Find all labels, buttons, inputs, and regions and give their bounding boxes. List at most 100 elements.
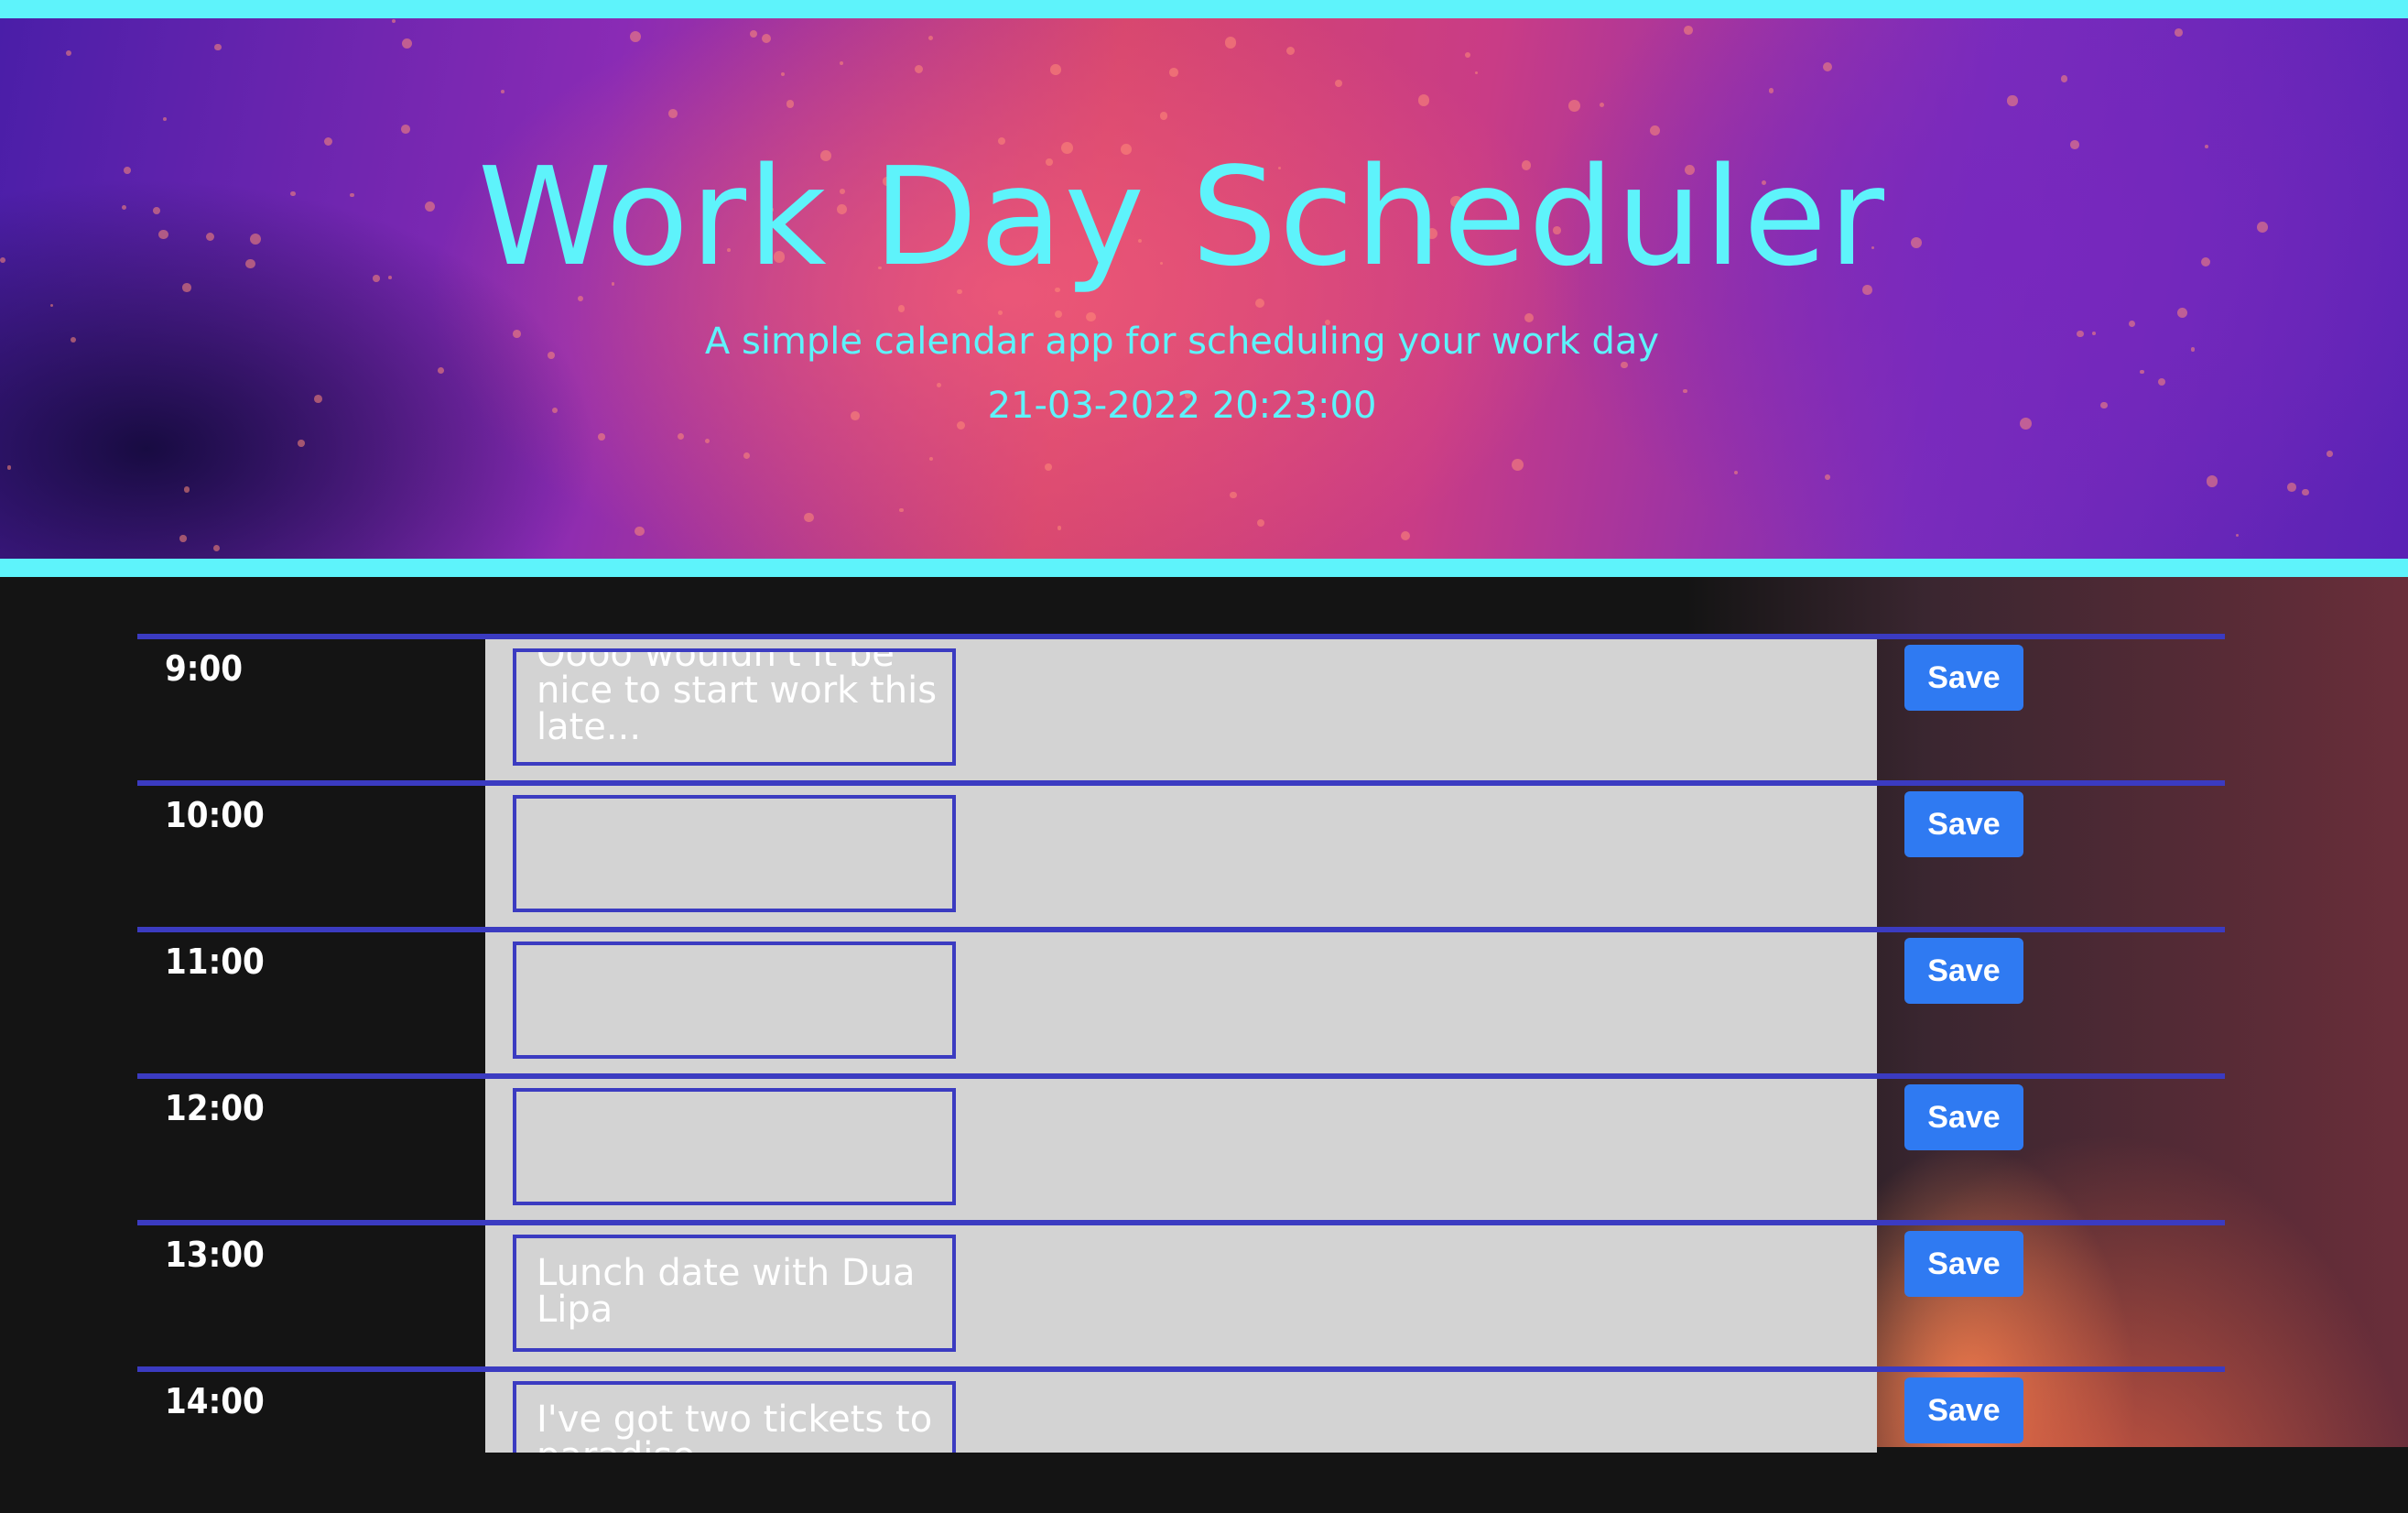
save-button[interactable]: Save — [1904, 1231, 2023, 1297]
time-block-12: 12:00 Save — [137, 1073, 2225, 1220]
save-button[interactable]: Save — [1904, 938, 2023, 1004]
paint-speck — [743, 452, 751, 459]
hour-label: 9:00 — [165, 648, 244, 689]
paint-speck — [915, 64, 924, 73]
paint-speck — [438, 367, 444, 375]
top-accent-bar — [0, 0, 2408, 18]
paint-speck — [2327, 451, 2333, 457]
paint-speck — [2235, 533, 2240, 538]
paint-speck — [1823, 62, 1833, 72]
paint-speck — [1159, 112, 1168, 120]
paint-speck — [183, 486, 190, 493]
paint-speck — [704, 438, 710, 443]
paint-speck — [1683, 25, 1693, 35]
paint-speck — [1169, 67, 1179, 77]
paint-speck — [1050, 63, 1061, 75]
current-datetime: 21-03-2022 20:23:00 — [987, 385, 1377, 427]
paint-speck — [839, 61, 843, 66]
hour-label: 13:00 — [165, 1235, 265, 1275]
paint-speck — [629, 31, 641, 43]
paint-speck — [1600, 102, 1605, 107]
hour-label: 11:00 — [165, 942, 265, 982]
description-textarea[interactable] — [513, 1088, 956, 1205]
description-textarea[interactable]: Lunch date with Dua Lipa — [513, 1235, 956, 1352]
paint-speck — [49, 303, 54, 308]
time-block-9: 9:00 Oooo wouldn't it be nice to start w… — [137, 634, 2225, 780]
paint-speck — [1734, 470, 1739, 474]
paint-speck — [1825, 473, 1830, 480]
paint-speck — [781, 72, 786, 77]
paint-speck — [761, 33, 772, 44]
paint-speck — [212, 544, 220, 551]
save-button[interactable]: Save — [1904, 791, 2023, 857]
paint-speck — [1768, 88, 1774, 93]
paint-speck — [179, 535, 187, 542]
paint-speck — [2175, 28, 2184, 37]
description-textarea[interactable]: I've got two tickets to paradise — [513, 1381, 956, 1453]
description-textarea[interactable]: Oooo wouldn't it be nice to start work t… — [513, 648, 956, 766]
paint-speck — [298, 440, 305, 447]
paint-speck — [1057, 526, 1062, 530]
description-textarea[interactable] — [513, 795, 956, 912]
description-text: Lunch date with Dua Lipa — [537, 1252, 916, 1331]
paint-speck — [401, 38, 412, 49]
paint-speck — [6, 465, 12, 470]
paint-speck — [1512, 459, 1524, 471]
description-text: I've got two tickets to paradise — [537, 1399, 933, 1453]
paint-speck — [214, 43, 222, 51]
paint-speck — [162, 117, 167, 121]
paint-speck — [928, 457, 933, 462]
paint-speck — [749, 29, 757, 38]
hour-label: 12:00 — [165, 1088, 265, 1128]
paint-speck — [65, 50, 71, 57]
time-block-11: 11:00 Save — [137, 927, 2225, 1073]
description-textarea[interactable] — [513, 942, 956, 1059]
paint-speck — [635, 526, 645, 537]
hour-label: 10:00 — [165, 795, 265, 835]
paint-speck — [1230, 491, 1237, 499]
paint-speck — [1417, 94, 1430, 106]
time-block-13: 13:00 Lunch date with Dua Lipa Save — [137, 1220, 2225, 1366]
page-title: Work Day Scheduler — [477, 138, 1887, 296]
paint-speck — [1474, 71, 1478, 74]
paint-speck — [2007, 95, 2018, 106]
time-block-14: 14:00 I've got two tickets to paradise S… — [137, 1366, 2225, 1513]
paint-speck — [2287, 483, 2296, 492]
paint-speck — [1224, 37, 1237, 49]
paint-speck — [677, 433, 684, 441]
paint-speck — [1254, 298, 1265, 309]
paint-speck — [897, 305, 906, 312]
paint-speck — [668, 108, 678, 118]
paint-speck — [1285, 46, 1296, 55]
save-button[interactable]: Save — [1904, 1377, 2023, 1443]
paint-speck — [2302, 488, 2309, 496]
paint-speck — [2060, 75, 2068, 82]
paint-speck — [578, 295, 584, 301]
save-button[interactable]: Save — [1904, 1084, 2023, 1150]
paint-speck — [1044, 463, 1052, 472]
paint-speck — [2206, 475, 2218, 487]
paint-speck — [804, 512, 814, 522]
header-bottom-accent-bar — [0, 559, 2408, 577]
paint-speck — [1400, 530, 1410, 540]
paint-speck — [1055, 310, 1063, 318]
paint-speck — [501, 89, 505, 93]
paint-speck — [1649, 125, 1660, 136]
paint-speck — [786, 100, 795, 108]
save-button[interactable]: Save — [1904, 645, 2023, 711]
paint-speck — [598, 433, 606, 441]
hour-label: 14:00 — [165, 1381, 265, 1421]
paint-speck — [391, 18, 396, 23]
paint-speck — [1335, 79, 1342, 87]
page-subtitle: A simple calendar app for scheduling you… — [704, 321, 1660, 363]
paint-speck — [1568, 100, 1580, 113]
paint-speck — [401, 125, 411, 134]
description-text: Oooo wouldn't it be nice to start work t… — [537, 648, 938, 748]
paint-speck — [998, 310, 1003, 316]
paint-speck — [928, 35, 934, 40]
paint-speck — [899, 508, 904, 513]
jumbotron-header: Work Day Scheduler A simple calendar app… — [0, 18, 2408, 559]
paint-speck — [2140, 369, 2144, 375]
paint-speck — [1257, 519, 1265, 528]
paint-speck — [1465, 51, 1471, 58]
